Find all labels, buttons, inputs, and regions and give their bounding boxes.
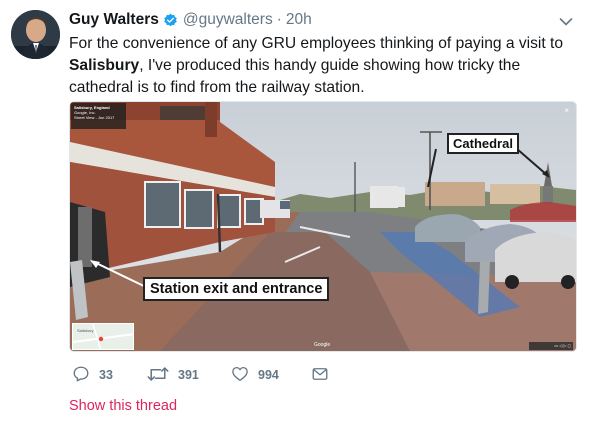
chevron-down-icon[interactable] bbox=[559, 14, 573, 26]
close-icon[interactable]: × bbox=[564, 106, 569, 115]
google-watermark: Google bbox=[314, 342, 331, 348]
tweet: Guy Walters @guywalters · 20h For the co… bbox=[0, 0, 593, 424]
direct-message-icon bbox=[311, 365, 329, 386]
show-thread-link[interactable]: Show this thread bbox=[69, 398, 177, 414]
like-button[interactable]: 994 bbox=[231, 365, 279, 385]
author-name[interactable]: Guy Walters bbox=[69, 11, 159, 29]
retweet-icon bbox=[147, 365, 169, 386]
reply-button[interactable]: 33 bbox=[72, 365, 113, 385]
streetview-date: Street View - Jun 2017 bbox=[74, 115, 115, 120]
timestamp[interactable]: 20h bbox=[286, 11, 312, 29]
streetview-info-card[interactable]: Salisbury, England Google, Inc. Street V… bbox=[71, 103, 126, 129]
like-icon bbox=[231, 365, 249, 386]
station-label: Station exit and entrance bbox=[143, 277, 330, 301]
tweet-text-start: For the convenience of any GRU employees… bbox=[69, 35, 564, 52]
retweet-button[interactable]: 391 bbox=[147, 365, 199, 385]
author-handle[interactable]: @guywalters bbox=[183, 11, 273, 29]
direct-message-button[interactable] bbox=[311, 365, 329, 385]
tweet-text: For the convenience of any GRU employees… bbox=[69, 33, 579, 99]
tweet-header: Guy Walters @guywalters · 20h bbox=[69, 9, 312, 31]
minimap-label: Salisbury bbox=[77, 328, 94, 333]
streetview-minimap[interactable]: Salisbury bbox=[72, 323, 134, 350]
retweet-count: 391 bbox=[178, 368, 199, 382]
cathedral-label: Cathedral bbox=[447, 133, 519, 154]
tweet-text-bold: Salisbury bbox=[69, 57, 140, 74]
reply-icon bbox=[72, 365, 90, 386]
avatar[interactable] bbox=[11, 10, 60, 59]
like-count: 994 bbox=[258, 368, 279, 382]
tweet-photo[interactable]: Salisbury, England Google, Inc. Street V… bbox=[69, 101, 577, 352]
verified-badge-icon bbox=[163, 13, 178, 28]
reply-count: 33 bbox=[99, 368, 113, 382]
header-separator: · bbox=[276, 11, 282, 28]
streetview-controls[interactable]: ▭ ◁ ▷ ◻ bbox=[529, 342, 573, 350]
avatar-image bbox=[11, 10, 60, 59]
